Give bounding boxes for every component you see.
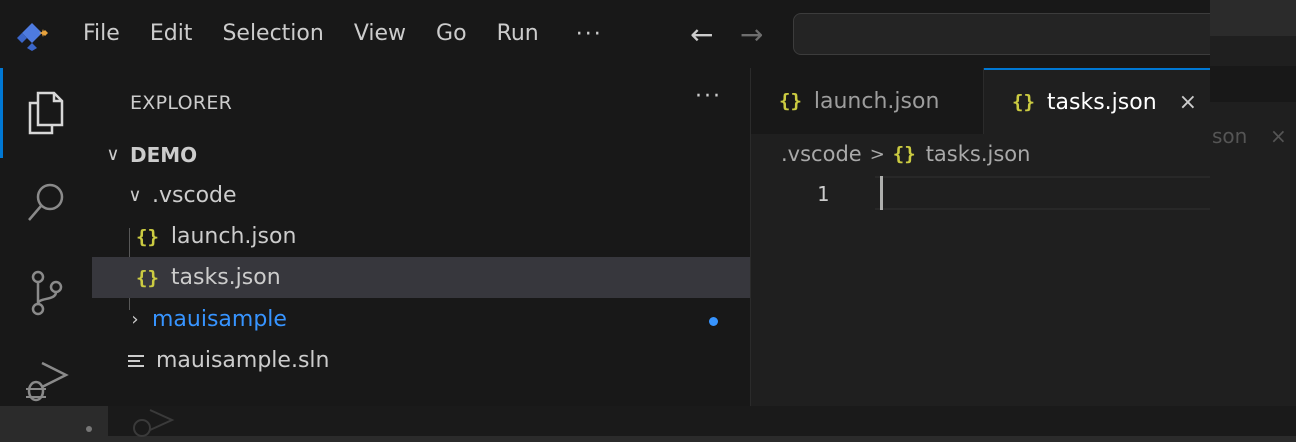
explorer-title: EXPLORER [130, 92, 233, 114]
menu-run[interactable]: Run [482, 0, 554, 68]
json-file-icon: {} [892, 143, 916, 165]
text-cursor [880, 176, 883, 210]
active-indicator [0, 68, 3, 158]
chevron-down-icon: ∨ [106, 144, 120, 165]
source-control-icon [31, 270, 63, 316]
files-icon [28, 91, 64, 135]
background-window-header [1210, 66, 1296, 102]
folder-label: mauisample [152, 307, 287, 332]
json-file-icon: {} [136, 266, 159, 289]
tab-launch-json[interactable]: {} launch.json [751, 68, 984, 134]
background-window-tab: son × [1210, 102, 1296, 168]
search-icon [28, 183, 64, 221]
file-label: tasks.json [170, 265, 281, 290]
tab-tasks-json[interactable]: {} tasks.json × [984, 68, 1210, 134]
background-dot [86, 426, 92, 432]
file-label: mauisample.sln [156, 348, 330, 373]
breadcrumb-separator-icon: > [869, 143, 885, 165]
solution-file-icon [128, 352, 144, 370]
background-tab-close-icon: × [1270, 124, 1287, 148]
line-number: 1 [817, 182, 830, 206]
explorer-sidebar: EXPLORER ··· ∨ DEMO ∨ .vscode {} launch.… [92, 68, 751, 406]
workspace-label: DEMO [130, 142, 198, 167]
chevron-down-icon: ∨ [128, 185, 142, 206]
tree-file-mauisample-sln[interactable]: mauisample.sln [92, 340, 750, 381]
tab-label: tasks.json [1046, 89, 1157, 115]
breadcrumb-file[interactable]: tasks.json [926, 142, 1031, 166]
background-bottom-panel [108, 406, 1296, 436]
breadcrumb: .vscode > {} tasks.json [781, 142, 1030, 166]
tree-folder-vscode[interactable]: ∨ .vscode [92, 175, 750, 216]
menu-bar: File Edit Selection View Go Run ··· [68, 0, 625, 68]
tree-file-launch-json[interactable]: {} launch.json [92, 216, 750, 257]
run-debug-icon [26, 361, 69, 402]
activity-explorer[interactable] [0, 68, 92, 158]
activity-bar [0, 68, 93, 406]
vscode-window: File Edit Selection View Go Run ··· ← → [0, 0, 1210, 406]
tree-folder-mauisample[interactable]: › mauisample [92, 299, 750, 340]
current-line-highlight[interactable] [875, 176, 1210, 210]
tree-workspace-demo[interactable]: ∨ DEMO [92, 134, 750, 175]
modified-indicator-dot [709, 317, 718, 326]
explorer-more-actions-icon[interactable]: ··· [695, 84, 722, 109]
title-bar: File Edit Selection View Go Run ··· ← → [0, 0, 1210, 69]
chevron-right-icon: › [131, 309, 139, 330]
activity-run-debug[interactable] [0, 338, 92, 406]
menu-selection[interactable]: Selection [207, 0, 338, 68]
menu-view[interactable]: View [339, 0, 421, 68]
json-file-icon: {} [1012, 91, 1035, 113]
menu-go[interactable]: Go [421, 0, 482, 68]
breadcrumb-folder[interactable]: .vscode [781, 142, 862, 166]
activity-search[interactable] [0, 158, 92, 248]
close-icon[interactable]: × [1179, 90, 1197, 115]
back-arrow-icon[interactable]: ← [690, 18, 713, 51]
forward-arrow-icon[interactable]: → [740, 18, 763, 51]
vscode-logo-icon [17, 23, 48, 51]
tab-label: launch.json [813, 88, 940, 114]
file-label: launch.json [170, 224, 297, 249]
menu-file[interactable]: File [68, 0, 135, 68]
editor-area: {} launch.json {} tasks.json × .vscode >… [751, 68, 1210, 406]
json-file-icon: {} [136, 225, 159, 248]
menu-more-icon[interactable]: ··· [554, 22, 625, 47]
background-run-debug-icon [133, 409, 175, 437]
menu-edit[interactable]: Edit [135, 0, 208, 68]
command-center-search[interactable] [793, 13, 1210, 55]
folder-label: .vscode [152, 183, 237, 208]
tree-file-tasks-json[interactable]: {} tasks.json [92, 257, 750, 298]
json-file-icon: {} [779, 90, 802, 112]
background-tab-label: son [1212, 124, 1248, 148]
activity-source-control[interactable] [0, 248, 92, 338]
editor-tabs: {} launch.json {} tasks.json × [751, 68, 1210, 134]
